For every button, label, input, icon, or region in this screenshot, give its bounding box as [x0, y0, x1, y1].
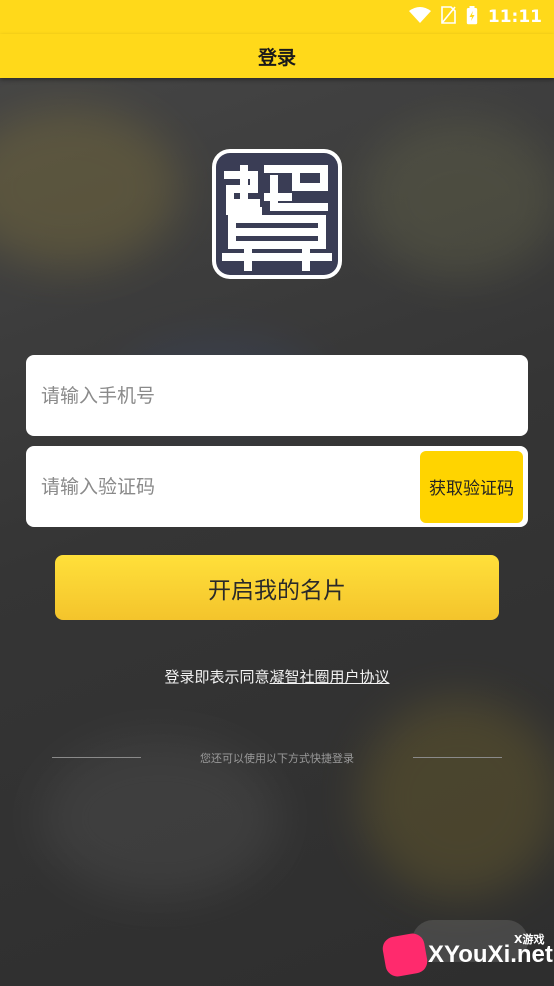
agreement-prefix: 登录即表示同意 [164, 668, 270, 686]
page-title: 登录 [257, 46, 296, 69]
phone-field[interactable] [26, 354, 528, 437]
status-time: 11:11 [487, 7, 542, 27]
agreement-text: 登录即表示同意凝智社圈用户协议 [0, 666, 554, 687]
status-bar: 11:11 [0, 0, 554, 34]
battery-icon [466, 5, 478, 29]
user-agreement-link[interactable]: 凝智社圈用户协议 [270, 668, 390, 686]
watermark: X游戏 XYouXi.net [380, 927, 553, 979]
code-field[interactable]: 获取验证码 [26, 445, 528, 528]
divider-right [413, 757, 502, 758]
watermark-text: XYouXi.net [428, 941, 553, 968]
header-bar: 登录 [0, 34, 554, 78]
no-sim-icon [441, 6, 456, 28]
submit-button[interactable]: 开启我的名片 [55, 555, 499, 620]
watermark-gamepad-icon [380, 931, 430, 979]
bg-blur-shape [360, 118, 554, 278]
code-input[interactable] [26, 445, 420, 528]
phone-input[interactable] [26, 354, 528, 437]
app-logo [212, 149, 342, 279]
bg-blur-shape [360, 698, 554, 898]
wifi-icon [408, 6, 431, 28]
alt-login-label: 您还可以使用以下方式快捷登录 [200, 752, 354, 765]
bg-blur-shape [0, 108, 180, 268]
get-code-button[interactable]: 获取验证码 [420, 450, 523, 523]
